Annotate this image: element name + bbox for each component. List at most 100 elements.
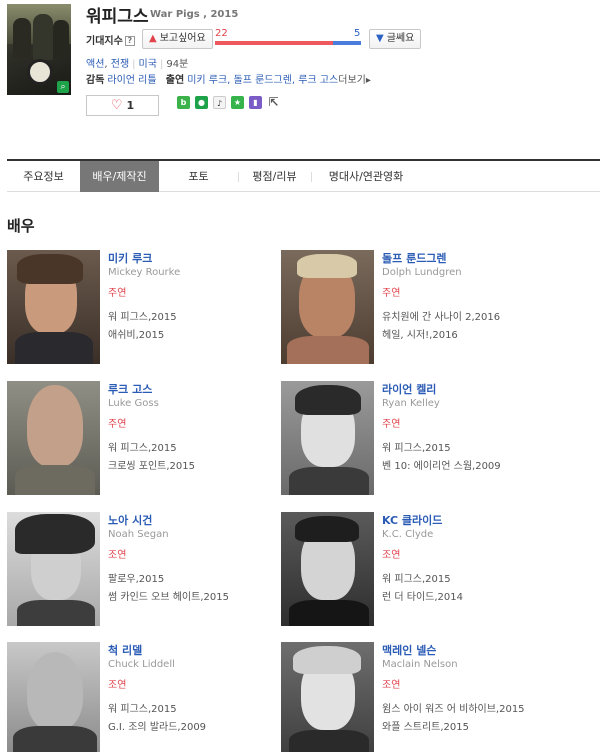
share-band-icon[interactable]: b bbox=[177, 96, 190, 109]
actor-photo[interactable] bbox=[7, 512, 100, 626]
actor-name[interactable]: 라이언 켈리 bbox=[382, 381, 436, 397]
share-bookmark-icon[interactable]: ★ bbox=[231, 96, 244, 109]
poster-figure bbox=[53, 20, 69, 58]
director-link[interactable]: 라이언 리틀 bbox=[107, 75, 156, 86]
poster-emblem bbox=[27, 59, 53, 85]
genre-row: 액션, 전쟁 | 미국 | 94분 bbox=[86, 59, 189, 70]
thumb-up-icon: ▲ bbox=[149, 33, 157, 44]
filmography-link[interactable]: 애쉬비,2015 bbox=[108, 326, 164, 341]
actor-photo[interactable] bbox=[281, 381, 374, 495]
share-icons: b ● ♪ ★ ▮ ⇱ bbox=[177, 96, 280, 109]
cast-card: 노아 시건 Noah Segan 조연 팔로우,2015 썸 카인드 오브 헤이… bbox=[7, 512, 287, 632]
actor-name[interactable]: 미키 루크 bbox=[108, 250, 152, 266]
actor-role: 주연 bbox=[382, 288, 401, 299]
poster-figure bbox=[13, 18, 31, 58]
director-label: 감독 bbox=[86, 75, 105, 86]
cast-card: KC 클라이드 K.C. Clyde 조연 워 피그스,2015 런 더 타이드… bbox=[281, 512, 561, 632]
genre-link[interactable]: 전쟁 bbox=[111, 59, 129, 70]
movie-subtitle: War Pigs , 2015 bbox=[150, 9, 239, 20]
cast-label: 출연 bbox=[165, 75, 185, 86]
filmography-link[interactable]: 썸 카인드 오브 헤이트,2015 bbox=[108, 588, 229, 603]
actor-name[interactable]: 돌프 룬드그렌 bbox=[382, 250, 447, 266]
actor-name[interactable]: 루크 고스 bbox=[108, 381, 152, 397]
tab-reviews[interactable]: 평점/리뷰 bbox=[238, 161, 311, 192]
actor-name[interactable]: KC 클라이드 bbox=[382, 512, 442, 528]
cast-links[interactable]: 미키 루크, 돌프 룬드그렌, 루크 고스 bbox=[187, 75, 338, 86]
cast-card: 미키 루크 Mickey Rourke 주연 워 피그스,2015 애쉬비,20… bbox=[7, 250, 287, 370]
cast-card: 척 리델 Chuck Liddell 조연 워 피그스,2015 G.I. 조의… bbox=[7, 642, 287, 752]
actor-role: 조연 bbox=[108, 680, 127, 691]
share-line-icon[interactable]: ♪ bbox=[213, 96, 226, 109]
filmography-link[interactable]: 팔로우,2015 bbox=[108, 570, 164, 585]
actor-photo[interactable] bbox=[7, 642, 100, 752]
like-button[interactable]: ♡ 1 bbox=[86, 95, 159, 116]
actor-photo[interactable] bbox=[281, 512, 374, 626]
actor-english-name: Noah Segan bbox=[108, 529, 169, 540]
actor-english-name: Maclain Nelson bbox=[382, 659, 458, 670]
share-blog-icon[interactable]: ▮ bbox=[249, 96, 262, 109]
actor-photo[interactable] bbox=[281, 642, 374, 752]
share-naver-icon[interactable]: ● bbox=[195, 96, 208, 109]
filmography-link[interactable]: 워 피그스,2015 bbox=[108, 439, 177, 454]
filmography-link[interactable]: 런 더 타이드,2014 bbox=[382, 588, 463, 603]
country-link[interactable]: 미국 bbox=[139, 59, 157, 70]
want-count: 22 bbox=[215, 28, 228, 39]
cast-card: 돌프 룬드그렌 Dolph Lundgren 주연 유치원에 간 사나이 2,2… bbox=[281, 250, 561, 370]
filmography-link[interactable]: 크로씽 포인트,2015 bbox=[108, 457, 195, 472]
actor-english-name: K.C. Clyde bbox=[382, 529, 434, 540]
filmography-link[interactable]: 워 피그스,2015 bbox=[382, 570, 451, 585]
actor-photo[interactable] bbox=[7, 250, 100, 364]
actor-english-name: Chuck Liddell bbox=[108, 659, 175, 670]
actor-role: 주연 bbox=[108, 419, 127, 430]
tab-cast[interactable]: 배우/제작진 bbox=[80, 161, 159, 192]
poster-figure bbox=[33, 14, 53, 60]
filmography-link[interactable]: 워 피그스,2015 bbox=[108, 700, 177, 715]
actor-role: 조연 bbox=[108, 550, 127, 561]
filmography-link[interactable]: G.I. 조의 발라드,2009 bbox=[108, 718, 206, 733]
filmography-link[interactable]: 와플 스트리트,2015 bbox=[382, 718, 469, 733]
actor-role: 조연 bbox=[382, 550, 401, 561]
thumb-down-icon: ▼ bbox=[376, 33, 384, 44]
tab-main[interactable]: 주요정보 bbox=[7, 161, 80, 192]
filmography-link[interactable]: 헤일, 시저!,2016 bbox=[382, 326, 458, 341]
actor-english-name: Ryan Kelley bbox=[382, 398, 440, 409]
actor-english-name: Luke Goss bbox=[108, 398, 159, 409]
no-button[interactable]: ▼ 글쎄요 bbox=[369, 29, 422, 49]
movie-poster[interactable]: ⌕ bbox=[7, 4, 71, 95]
cast-card: 루크 고스 Luke Goss 주연 워 피그스,2015 크로씽 포인트,20… bbox=[7, 381, 287, 501]
actor-name[interactable]: 노아 시건 bbox=[108, 512, 152, 528]
tab-quotes[interactable]: 명대사/연관영화 bbox=[311, 161, 421, 192]
actor-name[interactable]: 맥레인 넬슨 bbox=[382, 642, 436, 658]
expect-label: 기대지수? bbox=[86, 32, 135, 47]
actor-role: 주연 bbox=[382, 419, 401, 430]
tab-bar: 주요정보 배우/제작진 포토 평점/리뷰 명대사/연관영화 bbox=[7, 159, 600, 192]
movie-title: 워피그스 bbox=[86, 7, 149, 27]
heart-icon: ♡ bbox=[110, 98, 123, 113]
share-export-icon[interactable]: ⇱ bbox=[267, 96, 280, 109]
cast-card: 라이언 켈리 Ryan Kelley 주연 워 피그스,2015 벤 10: 에… bbox=[281, 381, 561, 501]
filmography-link[interactable]: 유치원에 간 사나이 2,2016 bbox=[382, 308, 500, 323]
actor-role: 주연 bbox=[108, 288, 127, 299]
tab-photo[interactable]: 포토 bbox=[159, 161, 238, 192]
expect-bar bbox=[215, 41, 361, 45]
cast-card: 맥레인 넬슨 Maclain Nelson 조연 윔스 아이 워즈 어 비하이브… bbox=[281, 642, 561, 752]
more-link[interactable]: 더보기▸ bbox=[338, 75, 371, 86]
crew-row: 감독 라이언 리틀 출연 미키 루크, 돌프 룬드그렌, 루크 고스더보기▸ bbox=[86, 71, 371, 86]
runtime: 94분 bbox=[166, 59, 189, 70]
actor-name[interactable]: 척 리델 bbox=[108, 642, 142, 658]
help-icon[interactable]: ? bbox=[124, 36, 135, 46]
filmography-link[interactable]: 워 피그스,2015 bbox=[382, 439, 451, 454]
genre-link[interactable]: 액션 bbox=[86, 59, 104, 70]
actor-english-name: Dolph Lundgren bbox=[382, 267, 462, 278]
filmography-link[interactable]: 벤 10: 에이리언 스웜,2009 bbox=[382, 457, 501, 472]
no-count: 5 bbox=[354, 28, 361, 39]
expect-bar-fill bbox=[215, 41, 334, 45]
actor-photo[interactable] bbox=[7, 381, 100, 495]
actor-role: 조연 bbox=[382, 680, 401, 691]
filmography-link[interactable]: 워 피그스,2015 bbox=[108, 308, 177, 323]
actor-english-name: Mickey Rourke bbox=[108, 267, 181, 278]
filmography-link[interactable]: 윔스 아이 워즈 어 비하이브,2015 bbox=[382, 700, 525, 715]
want-button[interactable]: ▲ 보고싶어요 bbox=[142, 29, 213, 49]
zoom-icon[interactable]: ⌕ bbox=[57, 81, 69, 93]
actor-photo[interactable] bbox=[281, 250, 374, 364]
